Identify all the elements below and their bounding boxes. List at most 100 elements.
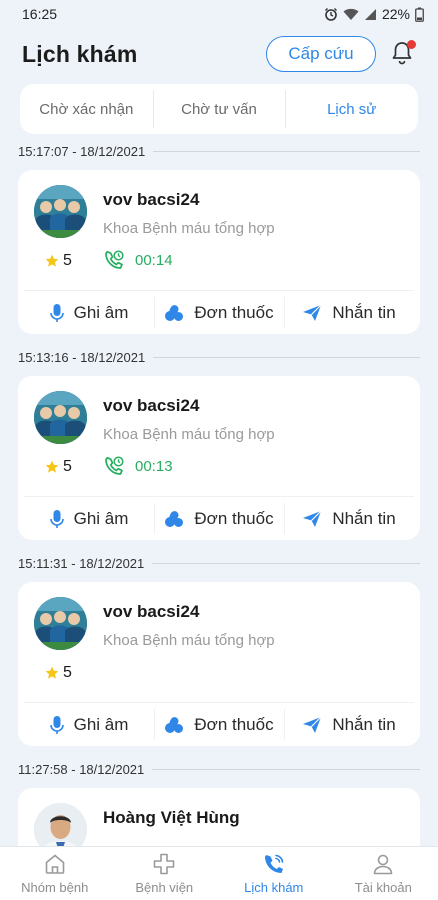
send-icon bbox=[303, 304, 322, 321]
prescription-button[interactable]: Đơn thuốc bbox=[154, 497, 284, 540]
doctor-avatar bbox=[34, 803, 87, 846]
tab-pending-confirmation[interactable]: Chờ xác nhận bbox=[20, 84, 153, 134]
rating-value: 5 bbox=[63, 664, 72, 681]
appointment-timestamp: 15:11:31 - 18/12/2021 bbox=[18, 555, 145, 571]
pills-icon bbox=[165, 510, 184, 527]
nav-label: Tài khoản bbox=[354, 880, 412, 895]
appointment-timestamp-row: 15:11:31 - 18/12/2021 bbox=[0, 550, 438, 576]
hospital-cross-icon bbox=[153, 853, 175, 875]
battery-icon bbox=[415, 7, 424, 22]
card-actions: Ghi âm Đơn thuốc Nhắn tin bbox=[24, 702, 414, 746]
header: Lịch khám Cấp cứu bbox=[0, 28, 438, 80]
call-duration-value: 00:13 bbox=[135, 457, 173, 475]
pills-icon bbox=[165, 716, 184, 733]
prescription-label: Đơn thuốc bbox=[194, 714, 274, 734]
rating: 5 bbox=[45, 458, 72, 476]
rating-value: 5 bbox=[63, 458, 72, 475]
bottom-navigation: Nhóm bệnh Bệnh viện Lịch khám Tài khoản bbox=[0, 846, 438, 900]
nav-disease-groups[interactable]: Nhóm bệnh bbox=[0, 847, 110, 900]
call-duration: 00:14 bbox=[103, 249, 173, 271]
doctor-avatar bbox=[34, 597, 87, 650]
page-title: Lịch khám bbox=[22, 40, 138, 67]
record-button[interactable]: Ghi âm bbox=[24, 497, 154, 540]
notification-dot bbox=[407, 40, 416, 49]
record-label: Ghi âm bbox=[73, 508, 129, 528]
appointment-timestamp: 11:27:58 - 18/12/2021 bbox=[18, 761, 145, 777]
card-actions: Ghi âm Đơn thuốc Nhắn tin bbox=[24, 290, 414, 334]
tab-pending-consultation[interactable]: Chờ tư vấn bbox=[152, 84, 286, 134]
doctor-department: Khoa Bệnh máu tổng hợp bbox=[103, 220, 275, 237]
message-label: Nhắn tin bbox=[332, 302, 396, 322]
pills-icon bbox=[165, 304, 184, 321]
rating: 5 bbox=[45, 664, 72, 682]
home-icon bbox=[45, 854, 65, 874]
appointment-timestamp: 15:17:07 - 18/12/2021 bbox=[18, 143, 146, 159]
emergency-button[interactable]: Cấp cứu bbox=[266, 36, 376, 72]
appointment-card[interactable]: vov bacsi24 Khoa Bệnh máu tổng hợp 5 00:… bbox=[18, 376, 420, 540]
nav-label: Nhóm bệnh bbox=[21, 880, 89, 895]
phone-history-icon bbox=[105, 456, 124, 475]
prescription-button[interactable]: Đơn thuốc bbox=[154, 291, 284, 334]
record-button[interactable]: Ghi âm bbox=[24, 291, 154, 334]
nav-hospitals[interactable]: Bệnh viện bbox=[110, 847, 220, 900]
status-bar: 16:25 22% bbox=[0, 0, 438, 28]
status-time: 16:25 bbox=[22, 6, 58, 22]
microphone-icon bbox=[49, 509, 64, 528]
prescription-button[interactable]: Đơn thuốc bbox=[154, 703, 284, 746]
notification-button[interactable] bbox=[390, 40, 416, 68]
prescription-label: Đơn thuốc bbox=[194, 302, 274, 322]
appointment-timestamp-row: 15:17:07 - 18/12/2021 bbox=[0, 138, 438, 164]
rating-value: 5 bbox=[63, 252, 72, 269]
doctor-avatar bbox=[34, 391, 87, 444]
microphone-icon bbox=[49, 303, 64, 322]
doctor-name: vov bacsi24 bbox=[103, 190, 200, 209]
divider bbox=[153, 150, 420, 152]
alarm-icon bbox=[324, 8, 337, 21]
wifi-icon bbox=[343, 8, 359, 20]
record-label: Ghi âm bbox=[73, 302, 129, 322]
nav-account[interactable]: Tài khoản bbox=[329, 847, 438, 900]
doctor-name: vov bacsi24 bbox=[103, 396, 200, 415]
record-label: Ghi âm bbox=[73, 714, 129, 734]
message-button[interactable]: Nhắn tin bbox=[284, 497, 414, 540]
appointment-timestamp-row: 15:13:16 - 18/12/2021 bbox=[0, 344, 438, 370]
microphone-icon bbox=[49, 715, 64, 734]
send-icon bbox=[303, 716, 322, 733]
divider bbox=[152, 768, 420, 770]
prescription-label: Đơn thuốc bbox=[194, 508, 274, 528]
doctor-department: Khoa Bệnh máu tổng hợp bbox=[103, 426, 275, 443]
doctor-name: Hoàng Việt Hùng bbox=[103, 808, 240, 827]
nav-appointments[interactable]: Lịch khám bbox=[219, 847, 329, 900]
doctor-avatar bbox=[34, 185, 87, 238]
send-icon bbox=[303, 510, 322, 527]
message-label: Nhắn tin bbox=[332, 508, 396, 528]
user-icon bbox=[373, 854, 393, 875]
message-button[interactable]: Nhắn tin bbox=[284, 703, 414, 746]
appointment-list[interactable]: 15:17:07 - 18/12/2021 vov bacsi24 Khoa B… bbox=[0, 138, 438, 846]
status-icons: 22% bbox=[324, 6, 424, 22]
battery-percent: 22% bbox=[381, 6, 410, 22]
message-button[interactable]: Nhắn tin bbox=[284, 291, 414, 334]
phone-icon bbox=[264, 854, 284, 873]
phone-history-icon bbox=[105, 250, 124, 269]
appointment-timestamp-row: 11:27:58 - 18/12/2021 bbox=[0, 756, 438, 782]
appointment-card[interactable]: vov bacsi24 Khoa Bệnh máu tổng hợp 5 00:… bbox=[18, 170, 420, 334]
appointment-timestamp: 15:13:16 - 18/12/2021 bbox=[18, 349, 146, 365]
call-duration-value: 00:14 bbox=[135, 251, 173, 269]
rating: 5 bbox=[45, 252, 72, 270]
nav-label: Bệnh viện bbox=[135, 880, 194, 895]
appointment-card[interactable]: vov bacsi24 Khoa Bệnh máu tổng hợp 5 Ghi… bbox=[18, 582, 420, 746]
nav-label: Lịch khám bbox=[244, 880, 304, 895]
card-actions: Ghi âm Đơn thuốc Nhắn tin bbox=[24, 496, 414, 540]
star-icon bbox=[45, 254, 59, 267]
message-label: Nhắn tin bbox=[332, 714, 396, 734]
tab-bar: Chờ xác nhận Chờ tư vấn Lịch sử bbox=[20, 84, 418, 134]
call-duration: 00:13 bbox=[103, 455, 173, 477]
doctor-department: Khoa Bệnh máu tổng hợp bbox=[103, 632, 275, 649]
appointment-card[interactable]: Hoàng Việt Hùng bbox=[18, 788, 420, 846]
record-button[interactable]: Ghi âm bbox=[24, 703, 154, 746]
doctor-name: vov bacsi24 bbox=[103, 602, 200, 621]
divider bbox=[153, 356, 420, 358]
tab-history[interactable]: Lịch sử bbox=[285, 84, 418, 134]
star-icon bbox=[45, 666, 59, 679]
